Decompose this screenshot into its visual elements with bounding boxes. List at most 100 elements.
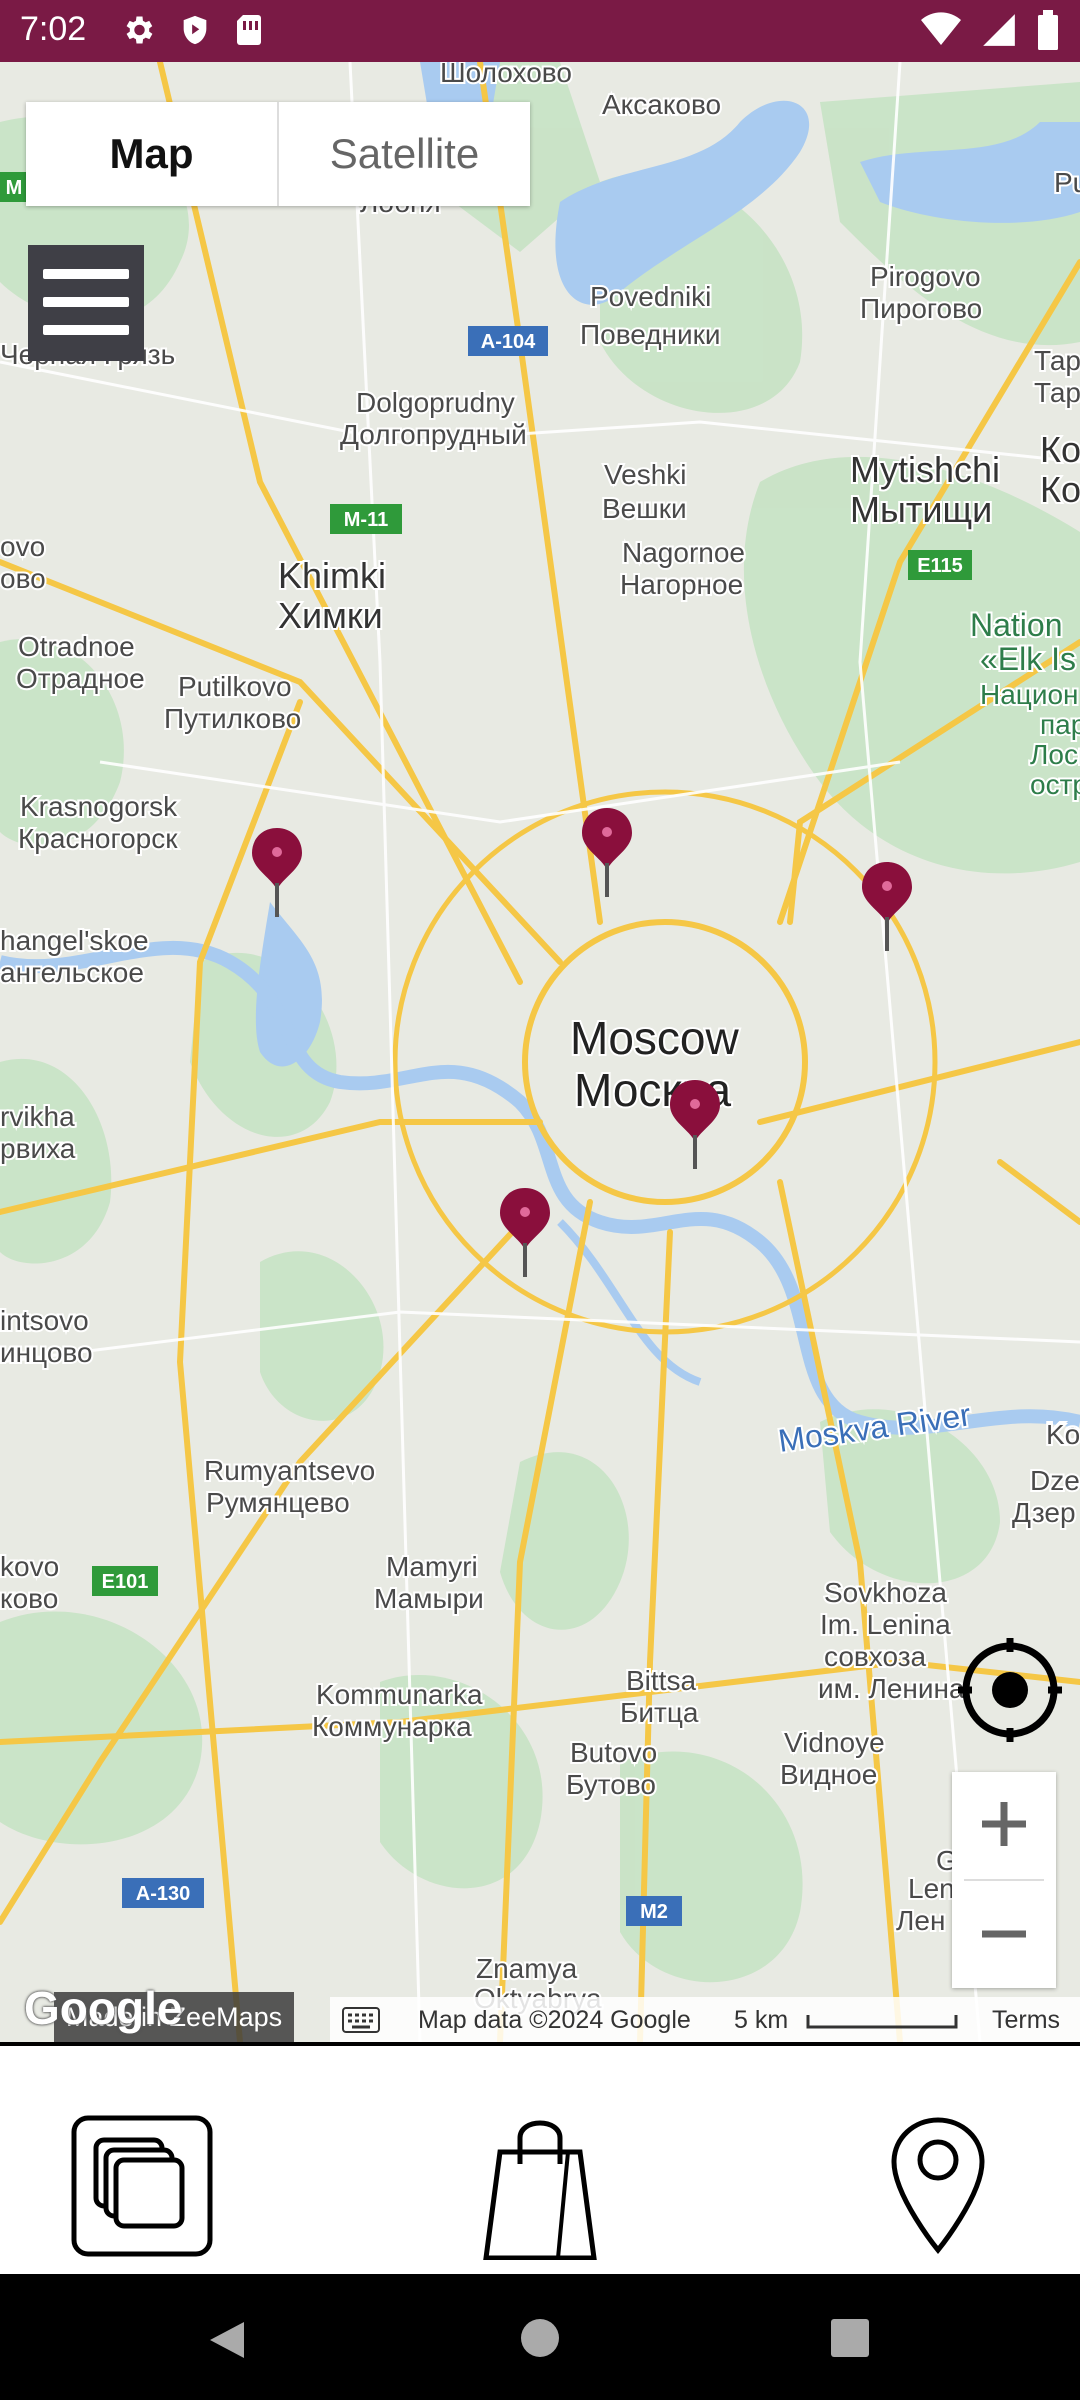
place-label: Kommunarka [316, 1679, 483, 1710]
map-type-map[interactable]: Map [26, 102, 279, 206]
place-label: Тарасо [1034, 377, 1080, 408]
place-label: Dolgoprudny [356, 387, 515, 418]
place-label: Khimki [278, 555, 386, 596]
place-label: Dze [1030, 1465, 1080, 1496]
my-location-button[interactable] [958, 1638, 1062, 1742]
map-pin[interactable] [580, 808, 634, 898]
place-label: Mamyri [386, 1551, 478, 1582]
map-pin[interactable] [498, 1188, 552, 1278]
place-label: Дзер [1012, 1497, 1076, 1528]
map-pin[interactable] [668, 1080, 722, 1170]
place-label: Национ [980, 679, 1079, 710]
place-label: Putilkovo [178, 671, 292, 702]
place-label: пар [1040, 709, 1080, 740]
place-label: Поведники [580, 319, 721, 350]
shield-e101: E101 [102, 1571, 149, 1593]
place-label: hangel'skoe [0, 925, 149, 956]
place-label: ангельское [0, 957, 144, 988]
place-label: ово [0, 563, 46, 594]
place-label: Лоси [1030, 739, 1080, 770]
scale-text: 5 km [734, 2006, 789, 2034]
layers-icon[interactable] [70, 2114, 214, 2258]
bottom-nav [0, 2042, 1080, 2278]
place-label: Аксаково [602, 89, 721, 120]
place-label: остр [1030, 769, 1080, 800]
sim-card-icon [237, 15, 261, 45]
shield-a130: A-130 [136, 1883, 190, 1905]
place-label: Тарасо [1034, 345, 1080, 376]
keyboard-icon[interactable] [342, 2007, 380, 2033]
place-label: Znamya [476, 1953, 578, 1984]
place-label: Химки [278, 595, 383, 636]
place-label: Коммунарка [312, 1711, 472, 1742]
place-label: Шолохово [440, 62, 572, 88]
place-label: Vidnoye [784, 1727, 885, 1758]
terms-link[interactable]: Terms [992, 2006, 1060, 2035]
place-label: Mytishchi [850, 449, 1000, 490]
menu-bar [43, 297, 129, 307]
place-label: Лен [896, 1905, 945, 1936]
place-label: Ko [1046, 1419, 1080, 1450]
map-pin[interactable] [860, 862, 914, 952]
map-attribution: Made in ZeeMaps Google Map data ©2024 Go… [0, 1982, 1080, 2042]
shield-m11: M-11 [344, 509, 388, 531]
system-nav-bar [0, 2274, 1080, 2400]
place-label: Rumyantsevo [204, 1455, 375, 1486]
menu-bar [43, 269, 129, 279]
place-label: Sovkhoza [824, 1577, 947, 1608]
place-label: Долгопрудный [340, 419, 527, 450]
place-label: Румянцево [206, 1487, 350, 1518]
zoom-in-button[interactable] [952, 1772, 1056, 1876]
place-label: Nation [970, 607, 1063, 643]
place-label: kovo [0, 1551, 59, 1582]
place-label: Krasnogorsk [20, 791, 178, 822]
place-label: им. Ленина [818, 1673, 965, 1704]
map-base: A-104 M-11 E115 E101 A-130 M2 M Шолохово… [0, 62, 1080, 2042]
status-time: 7:02 [20, 10, 87, 48]
signal-icon [983, 14, 1015, 46]
scale-bar [806, 2015, 958, 2029]
map-type-satellite[interactable]: Satellite [279, 102, 530, 206]
place-label: Im. Lenina [820, 1609, 951, 1640]
place-label: Мытищи [850, 489, 992, 530]
attribution-bar: Map data ©2024 Google 5 km Terms [330, 1997, 1080, 2042]
home-icon[interactable] [520, 2318, 560, 2358]
place-label: Ко [1040, 469, 1080, 510]
place-label: intsovo [0, 1305, 89, 1336]
place-label: Len [908, 1873, 955, 1904]
place-label: «Elk Is [980, 641, 1076, 677]
google-logo: Google [24, 1982, 183, 2034]
shield-play-icon [183, 15, 207, 45]
map-type-control: Map Satellite [26, 102, 530, 206]
place-label: rvikha [0, 1101, 75, 1132]
place-label: Nagornoe [622, 537, 745, 568]
place-label: Пирогово [860, 293, 982, 324]
place-label: Видное [780, 1759, 877, 1790]
shopping-bag-icon[interactable] [482, 2112, 598, 2260]
map-pin[interactable] [250, 828, 304, 918]
shield-e115: E115 [917, 555, 963, 577]
recents-icon[interactable] [830, 2318, 870, 2358]
shield-m2: M2 [640, 1901, 668, 1923]
place-label: Veshki [604, 459, 687, 490]
place-label: Красногорск [18, 823, 178, 854]
location-pin-icon[interactable] [890, 2116, 986, 2256]
place-label: ково [0, 1583, 58, 1614]
menu-bar [43, 325, 129, 335]
place-label: Битца [620, 1697, 699, 1728]
place-label: Бутово [566, 1769, 656, 1800]
place-label: Povedniki [590, 281, 711, 312]
place-label: Pirogovo [870, 261, 981, 292]
map-data-text: Map data ©2024 Google [418, 2006, 691, 2034]
map-view[interactable]: A-104 M-11 E115 E101 A-130 M2 M Шолохово… [0, 62, 1080, 2042]
place-label: Нагорное [620, 569, 743, 600]
status-bar: 7:02 [0, 0, 1080, 62]
zoom-divider [964, 1879, 1044, 1881]
place-label: Ко [1040, 429, 1080, 470]
place-label: ovo [0, 531, 45, 562]
gear-icon [126, 16, 153, 44]
place-label: Мамыри [374, 1583, 484, 1614]
zoom-out-button[interactable] [952, 1882, 1056, 1986]
back-icon[interactable] [204, 2318, 248, 2362]
menu-button[interactable] [28, 245, 144, 361]
